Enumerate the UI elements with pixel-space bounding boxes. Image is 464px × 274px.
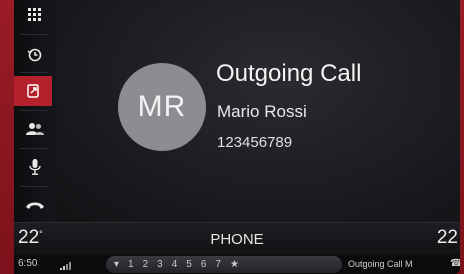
- menu-grid-icon: [28, 8, 41, 21]
- outgoing-call-button[interactable]: [14, 76, 52, 106]
- favorite-slot[interactable]: 4: [172, 256, 178, 273]
- caller-avatar: MR: [118, 63, 206, 151]
- head-unit-screen: MR Outgoing Call Mario Rossi 123456789 2…: [14, 0, 460, 274]
- menu-grid-button[interactable]: [14, 0, 56, 30]
- hang-up-button[interactable]: [14, 190, 56, 220]
- microphone-icon: [29, 159, 41, 175]
- caller-initials: MR: [137, 90, 187, 123]
- recent-calls-button[interactable]: [14, 40, 56, 70]
- clock-time: 6:50: [18, 258, 38, 269]
- call-panel: MR Outgoing Call Mario Rossi 123456789: [56, 0, 460, 222]
- call-status-label: Outgoing Call: [216, 60, 362, 87]
- caller-name: Mario Rossi: [217, 102, 307, 121]
- signal-strength-icon: [60, 262, 71, 270]
- status-call-text: Outgoing Call M: [348, 259, 413, 269]
- sidebar-divider: [20, 110, 48, 111]
- sidebar-divider: [20, 148, 48, 149]
- favorite-slot[interactable]: 2: [143, 256, 149, 273]
- passenger-temperature-value: 22: [436, 227, 458, 248]
- voice-command-button[interactable]: [14, 152, 56, 182]
- phone-status-icon: ☎: [450, 258, 460, 269]
- caller-number: 123456789: [217, 134, 293, 151]
- page-title: PHONE: [210, 231, 264, 248]
- contacts-button[interactable]: [14, 114, 56, 144]
- contacts-icon: [26, 123, 44, 135]
- recent-calls-icon: [27, 48, 42, 62]
- climate-title-bar: 22° PHONE 22: [14, 222, 460, 255]
- outgoing-call-icon: [27, 84, 39, 98]
- sidebar-divider: [20, 34, 48, 35]
- favorite-slot[interactable]: 7: [215, 256, 221, 273]
- favorites-down-arrow-icon[interactable]: ▾: [114, 256, 119, 273]
- favorites-bar: ▾ 1 2 3 4 5 6 7 ★: [106, 256, 342, 273]
- passenger-temperature[interactable]: 22: [437, 227, 458, 249]
- sidebar-divider: [20, 186, 48, 187]
- hang-up-icon: [26, 202, 44, 209]
- favorite-star-icon[interactable]: ★: [230, 256, 239, 273]
- favorite-slot[interactable]: 1: [128, 256, 134, 273]
- favorite-slot[interactable]: 3: [157, 256, 163, 273]
- favorite-slot[interactable]: 6: [201, 256, 207, 273]
- status-bar: 6:50 ▾ 1 2 3 4 5 6 7 ★ Outgoing Call M ☎: [14, 255, 460, 274]
- sidebar-divider: [20, 72, 48, 73]
- phone-sidebar: [14, 0, 56, 222]
- favorite-slot[interactable]: 5: [186, 256, 192, 273]
